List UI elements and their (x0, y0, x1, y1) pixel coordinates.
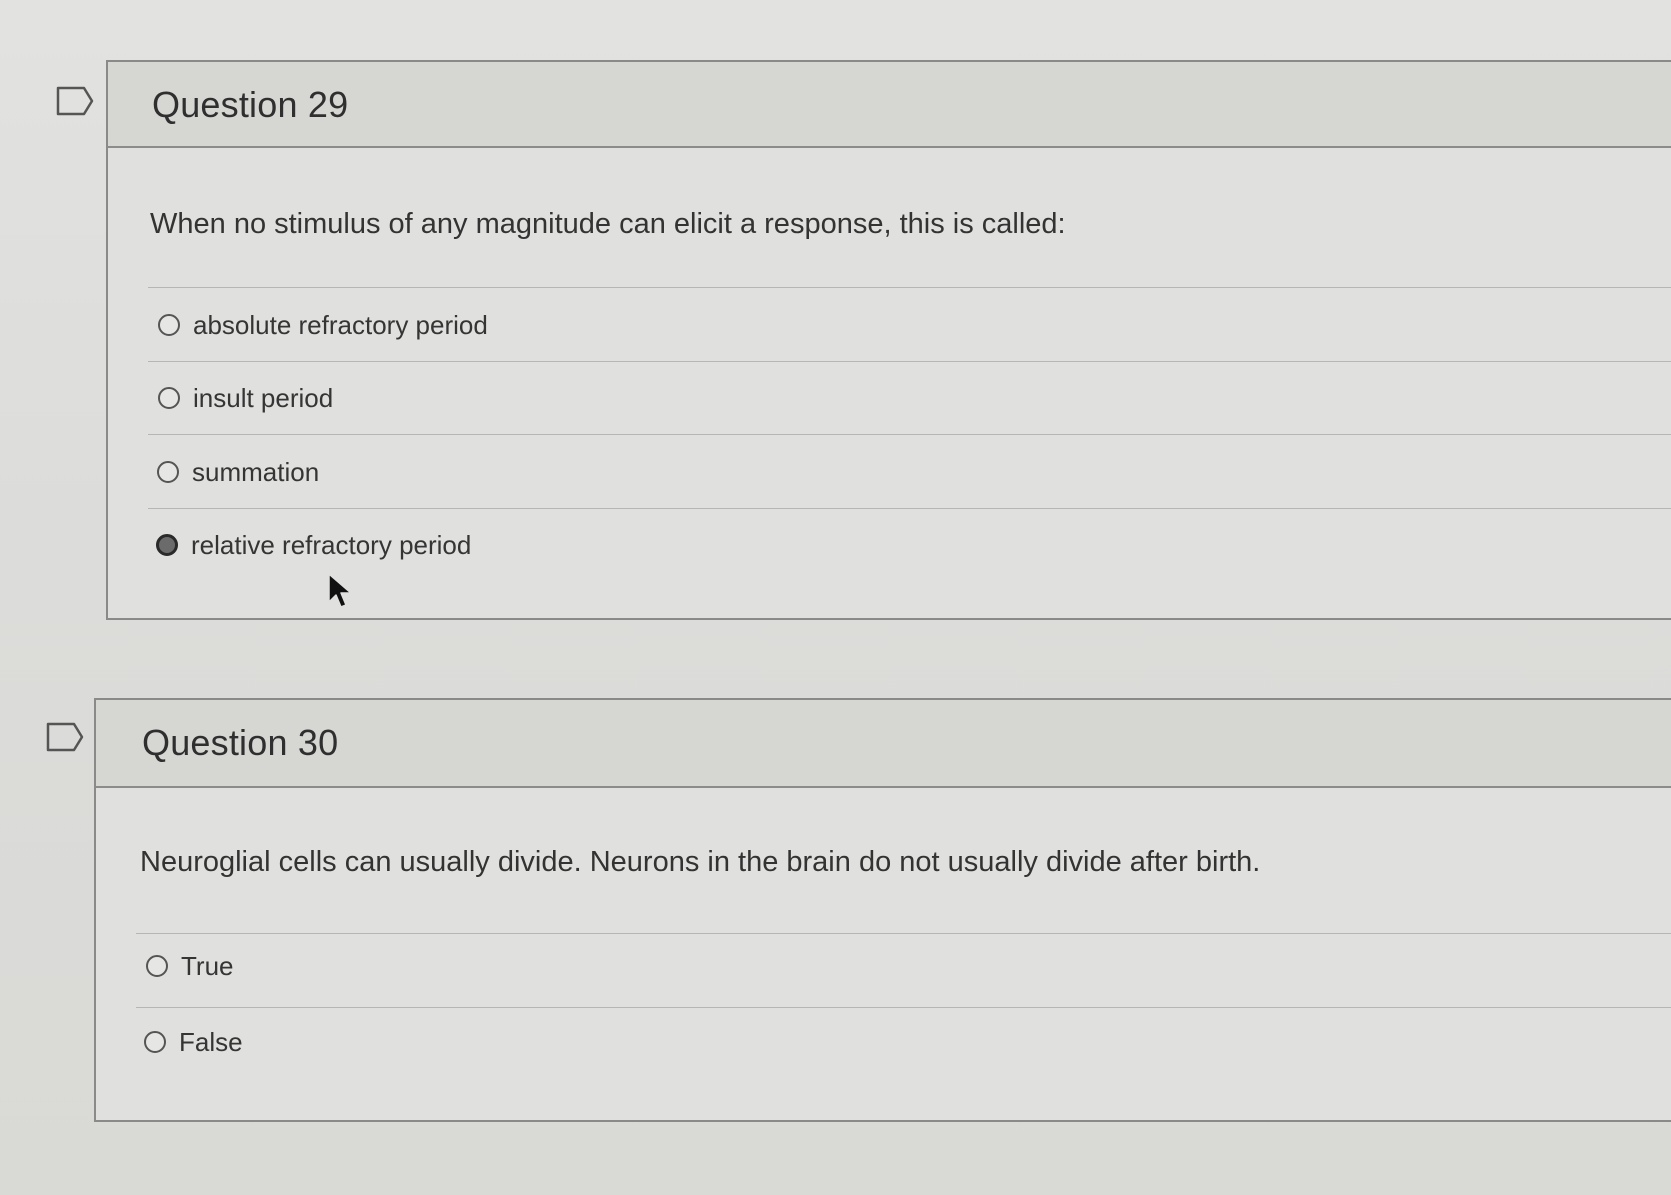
question-29-header: Question 29 (108, 62, 1671, 148)
question-30-title: Question 30 (142, 722, 339, 763)
option-label: False (179, 1026, 243, 1057)
mouse-pointer-icon (327, 572, 353, 610)
flag-icon[interactable] (56, 86, 94, 116)
option-true[interactable]: True (146, 946, 234, 986)
radio-button-selected[interactable] (156, 534, 178, 556)
question-29-title: Question 29 (152, 84, 349, 125)
option-label: True (181, 950, 234, 981)
option-label: summation (192, 456, 320, 487)
radio-button[interactable] (146, 955, 168, 977)
option-label: insult period (193, 382, 334, 413)
quiz-page: Question 29 When no stimulus of any magn… (0, 0, 1671, 1195)
option-summation[interactable]: summation (157, 452, 319, 492)
question-29-panel: Question 29 When no stimulus of any magn… (106, 60, 1671, 620)
divider (148, 508, 1671, 509)
radio-button[interactable] (158, 387, 180, 409)
divider (148, 287, 1671, 288)
flag-icon[interactable] (46, 722, 84, 752)
divider (136, 933, 1671, 934)
radio-button[interactable] (158, 314, 180, 336)
option-label: absolute refractory period (193, 309, 488, 340)
option-label: relative refractory period (191, 529, 472, 560)
option-false[interactable]: False (144, 1022, 243, 1062)
radio-button[interactable] (157, 461, 179, 483)
divider (136, 1007, 1671, 1008)
option-relative-refractory-period[interactable]: relative refractory period (156, 525, 471, 565)
divider (148, 361, 1671, 362)
question-30-panel: Question 30 Neuroglial cells can usually… (94, 698, 1671, 1122)
question-30-header: Question 30 (96, 700, 1671, 788)
radio-button[interactable] (144, 1031, 166, 1053)
divider (148, 434, 1671, 435)
option-insult-period[interactable]: insult period (158, 378, 333, 418)
question-29-text: When no stimulus of any magnitude can el… (150, 208, 1066, 240)
option-absolute-refractory-period[interactable]: absolute refractory period (158, 305, 488, 345)
question-30-text: Neuroglial cells can usually divide. Neu… (140, 846, 1261, 878)
